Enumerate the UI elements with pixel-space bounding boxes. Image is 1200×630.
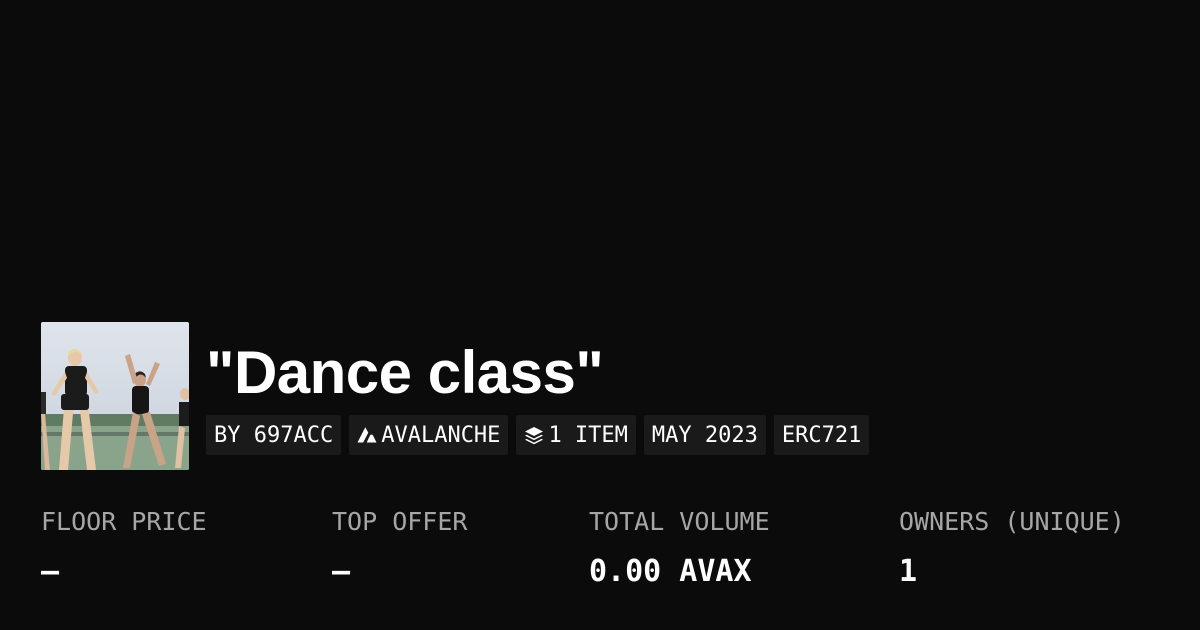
items-tag[interactable]: 1 ITEM <box>516 415 636 455</box>
standard-label: ERC721 <box>781 422 862 448</box>
date-label: MAY 2023 <box>651 422 758 448</box>
owners-label: OWNERS (UNIQUE) <box>899 507 1125 536</box>
standard-tag: ERC721 <box>773 415 870 455</box>
date-tag: MAY 2023 <box>643 415 766 455</box>
collection-tags: BY 697ACC AVALANCHE 1 ITEM MAY 2023 ERC7… <box>206 415 870 455</box>
layers-icon <box>524 425 544 445</box>
collection-thumbnail <box>41 322 189 470</box>
owners-stat: OWNERS (UNIQUE) 1 <box>899 505 1125 589</box>
top-offer-value: – <box>332 554 351 589</box>
total-volume-value: 0.00 AVAX <box>589 554 752 589</box>
creator-label: BY 697ACC <box>214 422 334 448</box>
total-volume-stat: TOTAL VOLUME 0.00 AVAX <box>589 505 770 589</box>
avalanche-icon <box>357 426 377 444</box>
creator-tag[interactable]: BY 697ACC <box>206 415 342 455</box>
top-offer-label: TOP OFFER <box>332 507 468 536</box>
items-label: 1 ITEM <box>548 422 628 448</box>
floor-price-value: – <box>41 554 60 589</box>
floor-price-label: FLOOR PRICE <box>41 507 207 536</box>
top-offer-stat: TOP OFFER – <box>332 505 467 589</box>
collection-title: "Dance class" <box>206 339 604 406</box>
total-volume-label: TOTAL VOLUME <box>589 507 770 536</box>
chain-tag[interactable]: AVALANCHE <box>349 415 509 455</box>
owners-value: 1 <box>899 554 918 589</box>
floor-price-stat: FLOOR PRICE – <box>41 505 207 589</box>
chain-label: AVALANCHE <box>381 422 501 448</box>
